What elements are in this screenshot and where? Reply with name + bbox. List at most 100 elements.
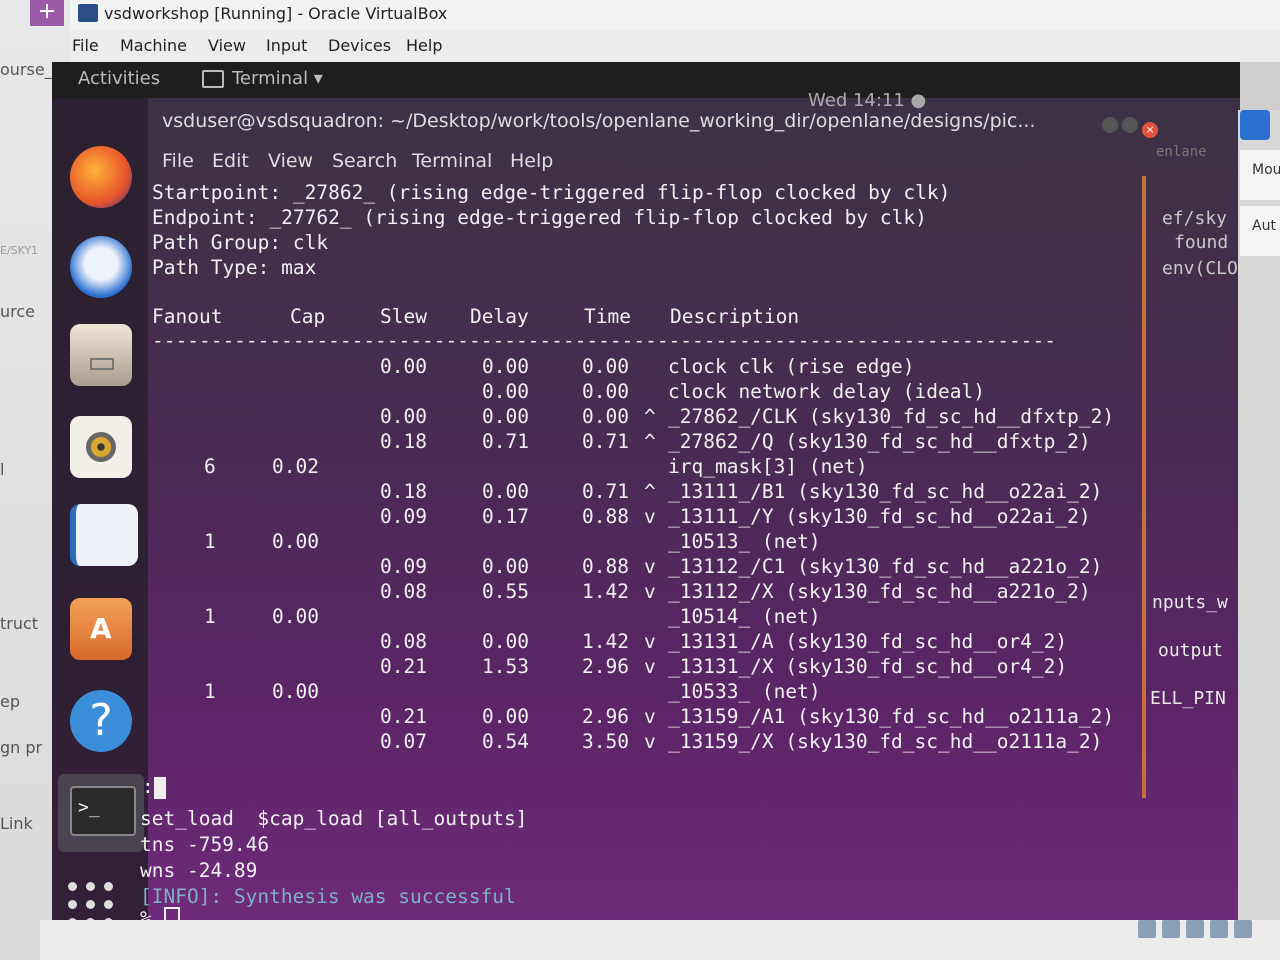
virtualbox-menubar: File Machine View Input Devices Help xyxy=(70,30,1280,62)
cell-dir: ^ xyxy=(644,430,656,453)
col-fanout: Fanout xyxy=(152,305,223,328)
shared-folders-icon[interactable] xyxy=(1234,920,1252,938)
rhythmbox-icon[interactable] xyxy=(70,416,132,478)
cell-description: _10514_ (net) xyxy=(668,605,821,628)
cell-description: clock clk (rise edge) xyxy=(668,355,915,378)
terminal-menu-help[interactable]: Help xyxy=(510,150,553,172)
terminal-output[interactable]: Startpoint: _27862_ (rising edge-trigger… xyxy=(140,176,1152,920)
software-icon[interactable] xyxy=(70,598,132,660)
col-delay: Delay xyxy=(470,305,529,328)
terminal-window: vsduser@vsdsquadron: ~/Desktop/work/tool… xyxy=(140,98,1158,920)
cell-cap: 0.02 xyxy=(272,455,319,478)
cell-dir: v xyxy=(644,705,656,728)
usb-status-icon[interactable] xyxy=(1186,920,1204,938)
thunderbird-icon[interactable] xyxy=(70,236,132,298)
host-label: E/SKY1 xyxy=(0,244,39,257)
guest-screen: Activities Terminal ▾ Wed 14:11 ● ? >_ v… xyxy=(52,62,1240,920)
cell-slew: 0.21 xyxy=(380,655,427,678)
cell-slew: 0.21 xyxy=(380,705,427,728)
cell-time: 0.00 xyxy=(582,405,629,428)
cell-delay: 0.17 xyxy=(482,505,529,528)
cell-time: 2.96 xyxy=(582,705,629,728)
cell-delay: 0.00 xyxy=(482,380,529,403)
cell-fanout: 1 xyxy=(204,605,216,628)
app-menu-label: Terminal ▾ xyxy=(232,68,323,89)
cell-dir: ^ xyxy=(644,405,656,428)
terminal-menubar: File Edit View Search Terminal Help xyxy=(148,146,1152,176)
cell-dir: ^ xyxy=(644,480,656,503)
cell-fanout: 6 xyxy=(204,455,216,478)
host-label: ep xyxy=(0,692,20,711)
chat-icon[interactable] xyxy=(1240,110,1270,140)
cell-description: _13131_/X (sky130_fd_sc_hd__or4_2) xyxy=(668,655,1068,678)
cell-delay: 1.53 xyxy=(482,655,529,678)
menu-input[interactable]: Input xyxy=(266,36,307,55)
cell-description: _13111_/B1 (sky130_fd_sc_hd__o22ai_2) xyxy=(668,480,1103,503)
menu-devices[interactable]: Devices xyxy=(328,36,391,55)
files-icon[interactable] xyxy=(70,324,132,386)
app-menu-terminal[interactable]: Terminal ▾ xyxy=(202,68,323,89)
terminal-menu-view[interactable]: View xyxy=(268,150,313,172)
help-icon[interactable]: ? xyxy=(70,690,132,752)
network-status-icon[interactable] xyxy=(1210,920,1228,938)
cell-cap: 0.00 xyxy=(272,605,319,628)
writer-icon[interactable] xyxy=(70,504,138,566)
show-apps-icon[interactable] xyxy=(68,882,116,920)
cell-time: 0.88 xyxy=(582,505,629,528)
menu-view[interactable]: View xyxy=(208,36,246,55)
cell-delay: 0.00 xyxy=(482,405,529,428)
cell-description: _27862_/Q (sky130_fd_sc_hd__dfxtp_2) xyxy=(668,430,1091,453)
menu-file[interactable]: File xyxy=(72,36,99,55)
firefox-icon[interactable] xyxy=(70,146,132,208)
terminal-titlebar: vsduser@vsdsquadron: ~/Desktop/work/tool… xyxy=(148,98,1158,144)
tail-line: tns -759.46 xyxy=(140,833,270,856)
minimize-icon[interactable] xyxy=(1102,117,1118,133)
cell-time: 0.71 xyxy=(582,430,629,453)
cell-time: 1.42 xyxy=(582,580,629,603)
terminal-menu-search[interactable]: Search xyxy=(332,150,397,172)
cell-dir: v xyxy=(644,505,656,528)
prompt-symbol: % xyxy=(140,907,152,920)
terminal-menu-terminal[interactable]: Terminal xyxy=(412,150,492,172)
menu-machine[interactable]: Machine xyxy=(120,36,187,55)
host-label[interactable]: Link xyxy=(0,814,33,833)
terminal-menu-file[interactable]: File xyxy=(162,150,194,172)
cell-description: irq_mask[3] (net) xyxy=(668,455,868,478)
separator: ----------------------------------------… xyxy=(152,329,1056,352)
right-text: ELL_PIN xyxy=(1150,688,1226,709)
col-time: Time xyxy=(584,305,631,328)
cursor xyxy=(163,906,180,920)
report-path-group: Path Group: clk xyxy=(152,231,329,254)
right-card[interactable]: Mou xyxy=(1240,150,1280,200)
cell-slew: 0.09 xyxy=(380,555,427,578)
col-cap: Cap xyxy=(290,305,326,328)
activities-button[interactable]: Activities xyxy=(78,68,160,89)
cell-description: _13112_/C1 (sky130_fd_sc_hd__a221o_2) xyxy=(668,555,1103,578)
info-line: [INFO]: Synthesis was successful xyxy=(140,885,516,908)
cell-delay: 0.00 xyxy=(482,480,529,503)
scrollbar[interactable] xyxy=(1142,176,1146,798)
pager-prompt[interactable]: : xyxy=(142,774,166,799)
right-text: output xyxy=(1158,640,1224,661)
shell-prompt[interactable]: % xyxy=(140,906,180,920)
storage-status-icon[interactable] xyxy=(1138,920,1156,938)
host-label: truct xyxy=(0,614,39,633)
terminal-icon[interactable]: >_ xyxy=(70,786,136,836)
tail-line: set_load $cap_load [all_outputs] xyxy=(140,807,528,830)
cell-slew: 0.07 xyxy=(380,730,427,753)
cell-description: _13111_/Y (sky130_fd_sc_hd__o22ai_2) xyxy=(668,505,1091,528)
maximize-icon[interactable] xyxy=(1122,117,1138,133)
cell-slew: 0.08 xyxy=(380,580,427,603)
window-title: vsdworkshop [Running] - Oracle VirtualBo… xyxy=(104,4,448,23)
cell-dir: v xyxy=(644,555,656,578)
menu-help[interactable]: Help xyxy=(406,36,442,55)
new-tab-plus-icon[interactable]: + xyxy=(30,0,64,26)
report-path-type: Path Type: max xyxy=(152,256,317,279)
cell-dir: v xyxy=(644,655,656,678)
right-card[interactable]: Aut xyxy=(1240,206,1280,256)
cell-delay: 0.54 xyxy=(482,730,529,753)
cell-time: 0.71 xyxy=(582,480,629,503)
cell-cap: 0.00 xyxy=(272,530,319,553)
terminal-menu-edit[interactable]: Edit xyxy=(212,150,249,172)
audio-status-icon[interactable] xyxy=(1162,920,1180,938)
